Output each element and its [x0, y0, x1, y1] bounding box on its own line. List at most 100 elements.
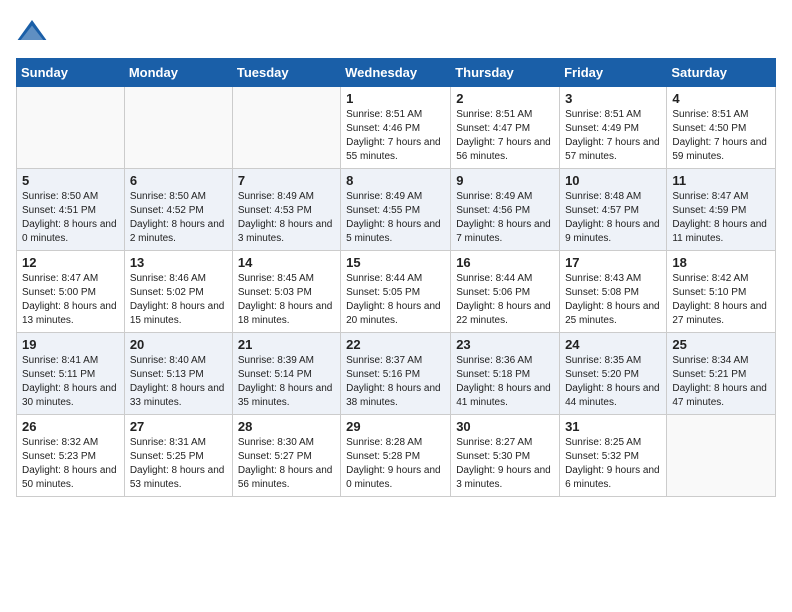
calendar-cell: 9 Sunrise: 8:49 AM Sunset: 4:56 PM Daylig… — [451, 169, 560, 251]
day-number: 2 — [456, 91, 554, 106]
calendar-cell: 26 Sunrise: 8:32 AM Sunset: 5:23 PM Dayli… — [17, 415, 125, 497]
day-info: Sunrise: 8:44 AM Sunset: 5:06 PM Dayligh… — [456, 272, 554, 328]
day-info: Sunrise: 8:46 AM Sunset: 5:02 PM Dayligh… — [130, 272, 227, 328]
day-number: 26 — [22, 419, 119, 434]
day-number: 17 — [565, 255, 661, 270]
day-info: Sunrise: 8:27 AM Sunset: 5:30 PM Dayligh… — [456, 436, 554, 492]
logo — [16, 16, 52, 48]
day-info: Sunrise: 8:47 AM Sunset: 5:00 PM Dayligh… — [22, 272, 119, 328]
day-info: Sunrise: 8:47 AM Sunset: 4:59 PM Dayligh… — [672, 190, 770, 246]
calendar-week-row: 12 Sunrise: 8:47 AM Sunset: 5:00 PM Dayli… — [17, 251, 776, 333]
calendar-table: SundayMondayTuesdayWednesdayThursdayFrid… — [16, 58, 776, 497]
calendar-cell: 30 Sunrise: 8:27 AM Sunset: 5:30 PM Dayli… — [451, 415, 560, 497]
calendar-cell: 25Sunrise: 8:34 AM Sunset: 5:21 PM Dayli… — [667, 333, 776, 415]
day-info: Sunrise: 8:28 AM Sunset: 5:28 PM Dayligh… — [346, 436, 445, 492]
day-number: 22 — [346, 337, 445, 352]
day-number: 16 — [456, 255, 554, 270]
day-number: 18 — [672, 255, 770, 270]
day-number: 23 — [456, 337, 554, 352]
calendar-cell — [17, 87, 125, 169]
day-number: 3 — [565, 91, 661, 106]
calendar-cell: 28Sunrise: 8:30 AM Sunset: 5:27 PM Dayli… — [232, 415, 340, 497]
logo-icon — [16, 16, 48, 48]
calendar-cell: 22 Sunrise: 8:37 AM Sunset: 5:16 PM Dayli… — [341, 333, 451, 415]
day-info: Sunrise: 8:51 AM Sunset: 4:46 PM Dayligh… — [346, 108, 445, 164]
day-number: 9 — [456, 173, 554, 188]
day-info: Sunrise: 8:41 AM Sunset: 5:11 PM Dayligh… — [22, 354, 119, 410]
calendar-week-row: 1 Sunrise: 8:51 AM Sunset: 4:46 PM Daylig… — [17, 87, 776, 169]
calendar-cell — [667, 415, 776, 497]
calendar-cell: 6 Sunrise: 8:50 AM Sunset: 4:52 PM Daylig… — [124, 169, 232, 251]
day-number: 8 — [346, 173, 445, 188]
calendar-cell: 29 Sunrise: 8:28 AM Sunset: 5:28 PM Dayli… — [341, 415, 451, 497]
day-number: 25 — [672, 337, 770, 352]
calendar-cell: 17 Sunrise: 8:43 AM Sunset: 5:08 PM Dayli… — [560, 251, 667, 333]
header-day-friday: Friday — [560, 59, 667, 87]
header-day-wednesday: Wednesday — [341, 59, 451, 87]
calendar-cell: 13 Sunrise: 8:46 AM Sunset: 5:02 PM Dayli… — [124, 251, 232, 333]
calendar-cell: 8Sunrise: 8:49 AM Sunset: 4:55 PM Daylig… — [341, 169, 451, 251]
day-info: Sunrise: 8:50 AM Sunset: 4:52 PM Dayligh… — [130, 190, 227, 246]
day-number: 24 — [565, 337, 661, 352]
day-info: Sunrise: 8:35 AM Sunset: 5:20 PM Dayligh… — [565, 354, 661, 410]
day-number: 21 — [238, 337, 335, 352]
day-info: Sunrise: 8:31 AM Sunset: 5:25 PM Dayligh… — [130, 436, 227, 492]
day-number: 30 — [456, 419, 554, 434]
calendar-cell: 27 Sunrise: 8:31 AM Sunset: 5:25 PM Dayli… — [124, 415, 232, 497]
day-info: Sunrise: 8:44 AM Sunset: 5:05 PM Dayligh… — [346, 272, 445, 328]
day-info: Sunrise: 8:40 AM Sunset: 5:13 PM Dayligh… — [130, 354, 227, 410]
calendar-cell: 16 Sunrise: 8:44 AM Sunset: 5:06 PM Dayli… — [451, 251, 560, 333]
calendar-body: 1 Sunrise: 8:51 AM Sunset: 4:46 PM Daylig… — [17, 87, 776, 497]
day-number: 19 — [22, 337, 119, 352]
calendar-cell: 31Sunrise: 8:25 AM Sunset: 5:32 PM Dayli… — [560, 415, 667, 497]
calendar-week-row: 5 Sunrise: 8:50 AM Sunset: 4:51 PM Daylig… — [17, 169, 776, 251]
day-info: Sunrise: 8:51 AM Sunset: 4:50 PM Dayligh… — [672, 108, 770, 164]
day-info: Sunrise: 8:39 AM Sunset: 5:14 PM Dayligh… — [238, 354, 335, 410]
header-day-sunday: Sunday — [17, 59, 125, 87]
day-number: 12 — [22, 255, 119, 270]
header-day-tuesday: Tuesday — [232, 59, 340, 87]
day-number: 6 — [130, 173, 227, 188]
header-day-thursday: Thursday — [451, 59, 560, 87]
calendar-cell: 7 Sunrise: 8:49 AM Sunset: 4:53 PM Daylig… — [232, 169, 340, 251]
calendar-cell: 21 Sunrise: 8:39 AM Sunset: 5:14 PM Dayli… — [232, 333, 340, 415]
calendar-cell: 19 Sunrise: 8:41 AM Sunset: 5:11 PM Dayli… — [17, 333, 125, 415]
day-info: Sunrise: 8:36 AM Sunset: 5:18 PM Dayligh… — [456, 354, 554, 410]
day-info: Sunrise: 8:50 AM Sunset: 4:51 PM Dayligh… — [22, 190, 119, 246]
header-row: SundayMondayTuesdayWednesdayThursdayFrid… — [17, 59, 776, 87]
day-number: 10 — [565, 173, 661, 188]
day-info: Sunrise: 8:45 AM Sunset: 5:03 PM Dayligh… — [238, 272, 335, 328]
calendar-header: SundayMondayTuesdayWednesdayThursdayFrid… — [17, 59, 776, 87]
calendar-week-row: 26 Sunrise: 8:32 AM Sunset: 5:23 PM Dayli… — [17, 415, 776, 497]
calendar-cell: 1 Sunrise: 8:51 AM Sunset: 4:46 PM Daylig… — [341, 87, 451, 169]
day-info: Sunrise: 8:51 AM Sunset: 4:49 PM Dayligh… — [565, 108, 661, 164]
calendar-cell: 20 Sunrise: 8:40 AM Sunset: 5:13 PM Dayli… — [124, 333, 232, 415]
calendar-cell: 11 Sunrise: 8:47 AM Sunset: 4:59 PM Dayli… — [667, 169, 776, 251]
calendar-cell — [124, 87, 232, 169]
day-number: 13 — [130, 255, 227, 270]
day-number: 15 — [346, 255, 445, 270]
calendar-cell — [232, 87, 340, 169]
day-info: Sunrise: 8:32 AM Sunset: 5:23 PM Dayligh… — [22, 436, 119, 492]
day-info: Sunrise: 8:42 AM Sunset: 5:10 PM Dayligh… — [672, 272, 770, 328]
day-number: 27 — [130, 419, 227, 434]
day-number: 7 — [238, 173, 335, 188]
day-number: 1 — [346, 91, 445, 106]
day-number: 5 — [22, 173, 119, 188]
day-info: Sunrise: 8:37 AM Sunset: 5:16 PM Dayligh… — [346, 354, 445, 410]
day-info: Sunrise: 8:43 AM Sunset: 5:08 PM Dayligh… — [565, 272, 661, 328]
day-number: 14 — [238, 255, 335, 270]
page-header — [16, 16, 776, 48]
day-number: 11 — [672, 173, 770, 188]
calendar-cell: 2 Sunrise: 8:51 AM Sunset: 4:47 PM Daylig… — [451, 87, 560, 169]
day-number: 4 — [672, 91, 770, 106]
calendar-cell: 12 Sunrise: 8:47 AM Sunset: 5:00 PM Dayli… — [17, 251, 125, 333]
calendar-cell: 18 Sunrise: 8:42 AM Sunset: 5:10 PM Dayli… — [667, 251, 776, 333]
calendar-cell: 10Sunrise: 8:48 AM Sunset: 4:57 PM Dayli… — [560, 169, 667, 251]
day-info: Sunrise: 8:30 AM Sunset: 5:27 PM Dayligh… — [238, 436, 335, 492]
day-number: 20 — [130, 337, 227, 352]
day-info: Sunrise: 8:49 AM Sunset: 4:53 PM Dayligh… — [238, 190, 335, 246]
day-number: 29 — [346, 419, 445, 434]
day-info: Sunrise: 8:49 AM Sunset: 4:56 PM Dayligh… — [456, 190, 554, 246]
day-info: Sunrise: 8:51 AM Sunset: 4:47 PM Dayligh… — [456, 108, 554, 164]
